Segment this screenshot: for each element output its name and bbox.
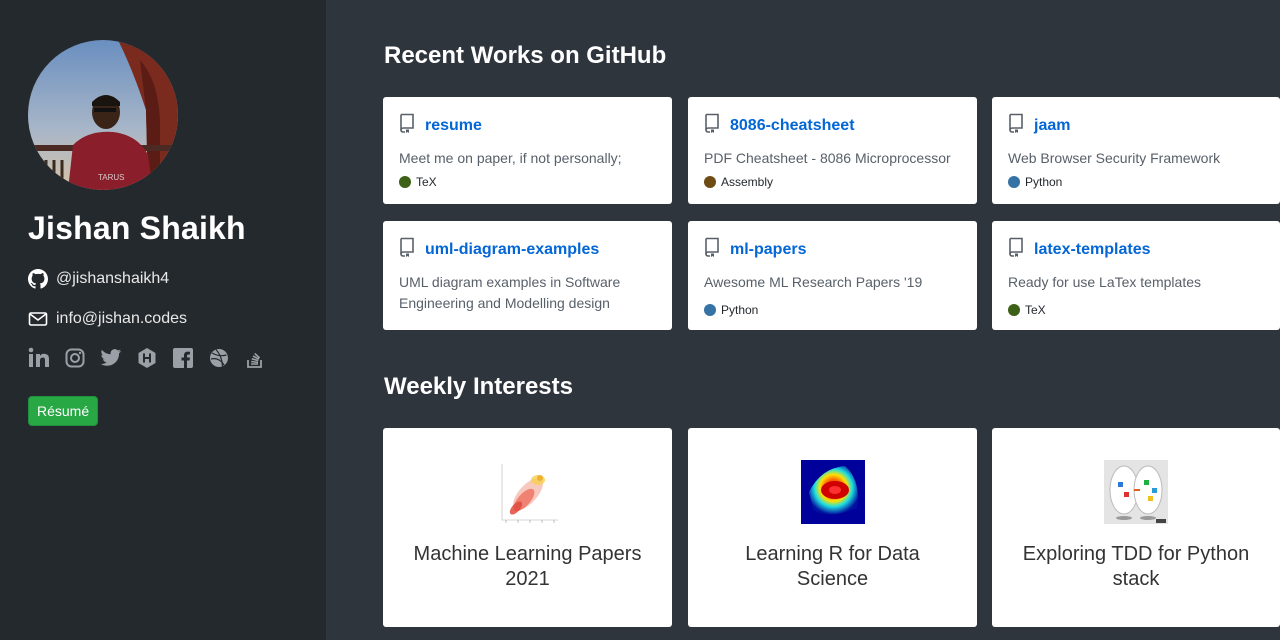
github-section-title: Recent Works on GitHub bbox=[384, 42, 667, 69]
email-address: info@jishan.codes bbox=[56, 310, 187, 327]
resume-button[interactable]: Résumé bbox=[28, 396, 99, 426]
interests-section-title: Weekly Interests bbox=[384, 373, 573, 400]
language-color-dot bbox=[1008, 304, 1020, 316]
svg-text:TARUS: TARUS bbox=[98, 173, 125, 182]
repo-name[interactable]: resume bbox=[425, 117, 482, 135]
heatmap-thumbnail bbox=[800, 460, 865, 524]
repo-card[interactable]: latex-templates Ready for use LaTex temp… bbox=[992, 221, 1280, 330]
repo-description: Awesome ML Research Papers '19 bbox=[704, 274, 923, 290]
repo-card[interactable]: uml-diagram-examples UML diagram example… bbox=[383, 221, 672, 330]
repo-icon bbox=[1008, 237, 1024, 262]
profile-name: Jishan Shaikh bbox=[28, 210, 246, 246]
instagram-icon[interactable] bbox=[64, 346, 86, 370]
mail-icon bbox=[28, 309, 48, 329]
interest-title[interactable]: Learning R for Data Science bbox=[708, 542, 957, 592]
repo-card[interactable]: 8086-cheatsheet PDF Cheatsheet - 8086 Mi… bbox=[688, 97, 977, 204]
repo-name[interactable]: ml-papers bbox=[730, 241, 806, 259]
social-links bbox=[28, 346, 266, 370]
language-label: TeX bbox=[1025, 303, 1046, 317]
hackerrank-icon[interactable] bbox=[136, 346, 158, 370]
scatter-plot-thumbnail bbox=[495, 460, 560, 524]
facebook-icon[interactable] bbox=[172, 346, 194, 370]
github-handle: @jishanshaikh4 bbox=[56, 270, 170, 287]
email-contact[interactable]: info@jishan.codes bbox=[28, 309, 187, 329]
language-color-dot bbox=[704, 176, 716, 188]
repo-language: TeX bbox=[1008, 303, 1264, 317]
repo-name[interactable]: latex-templates bbox=[1034, 241, 1151, 259]
github-contact[interactable]: @jishanshaikh4 bbox=[28, 269, 169, 289]
linkedin-icon[interactable] bbox=[28, 346, 50, 370]
repo-language: TeX bbox=[399, 175, 656, 189]
repo-icon bbox=[704, 237, 720, 262]
repo-card[interactable]: jaam Web Browser Security Framework Pyth… bbox=[992, 97, 1280, 204]
repo-description: PDF Cheatsheet - 8086 Microprocessor bbox=[704, 150, 951, 166]
language-color-dot bbox=[1008, 176, 1020, 188]
language-label: TeX bbox=[416, 175, 437, 189]
interest-title[interactable]: Machine Learning Papers 2021 bbox=[403, 542, 652, 592]
repo-description: Web Browser Security Framework bbox=[1008, 150, 1221, 166]
interest-card[interactable]: Machine Learning Papers 2021 bbox=[383, 428, 672, 627]
repo-name[interactable]: 8086-cheatsheet bbox=[730, 117, 855, 135]
repo-icon bbox=[1008, 113, 1024, 138]
language-label: Assembly bbox=[721, 175, 774, 189]
repo-description: UML diagram examples in Software Enginee… bbox=[399, 274, 621, 311]
repo-language: Python bbox=[1008, 175, 1264, 189]
repo-icon bbox=[399, 113, 415, 138]
twitter-icon[interactable] bbox=[100, 346, 122, 370]
interest-card[interactable]: Learning R for Data Science bbox=[688, 428, 977, 627]
language-color-dot bbox=[399, 176, 411, 188]
repo-name[interactable]: jaam bbox=[1034, 117, 1070, 135]
repo-card[interactable]: resume Meet me on paper, if not personal… bbox=[383, 97, 672, 204]
profile-sidebar: TARUS Jishan Shaikh @jishanshaikh4 info@… bbox=[0, 0, 326, 640]
repo-language: Assembly bbox=[704, 175, 961, 189]
repo-name[interactable]: uml-diagram-examples bbox=[425, 241, 599, 259]
avatar: TARUS bbox=[28, 40, 178, 190]
repo-icon bbox=[399, 237, 415, 262]
language-label: Python bbox=[721, 303, 759, 317]
repo-description: Meet me on paper, if not personally; bbox=[399, 150, 622, 166]
github-icon bbox=[28, 269, 48, 289]
dribbble-icon[interactable] bbox=[208, 346, 230, 370]
language-color-dot bbox=[704, 304, 716, 316]
repo-card[interactable]: ml-papers Awesome ML Research Papers '19… bbox=[688, 221, 977, 330]
repo-description: Ready for use LaTex templates bbox=[1008, 274, 1201, 290]
repo-icon bbox=[704, 113, 720, 138]
repo-language: Python bbox=[704, 303, 961, 317]
interest-card[interactable]: Exploring TDD for Python stack bbox=[992, 428, 1280, 627]
language-label: Python bbox=[1025, 175, 1063, 189]
interest-title[interactable]: Exploring TDD for Python stack bbox=[1012, 542, 1260, 592]
tdd-diagram-thumbnail bbox=[1104, 460, 1168, 524]
stackoverflow-icon[interactable] bbox=[244, 346, 266, 370]
